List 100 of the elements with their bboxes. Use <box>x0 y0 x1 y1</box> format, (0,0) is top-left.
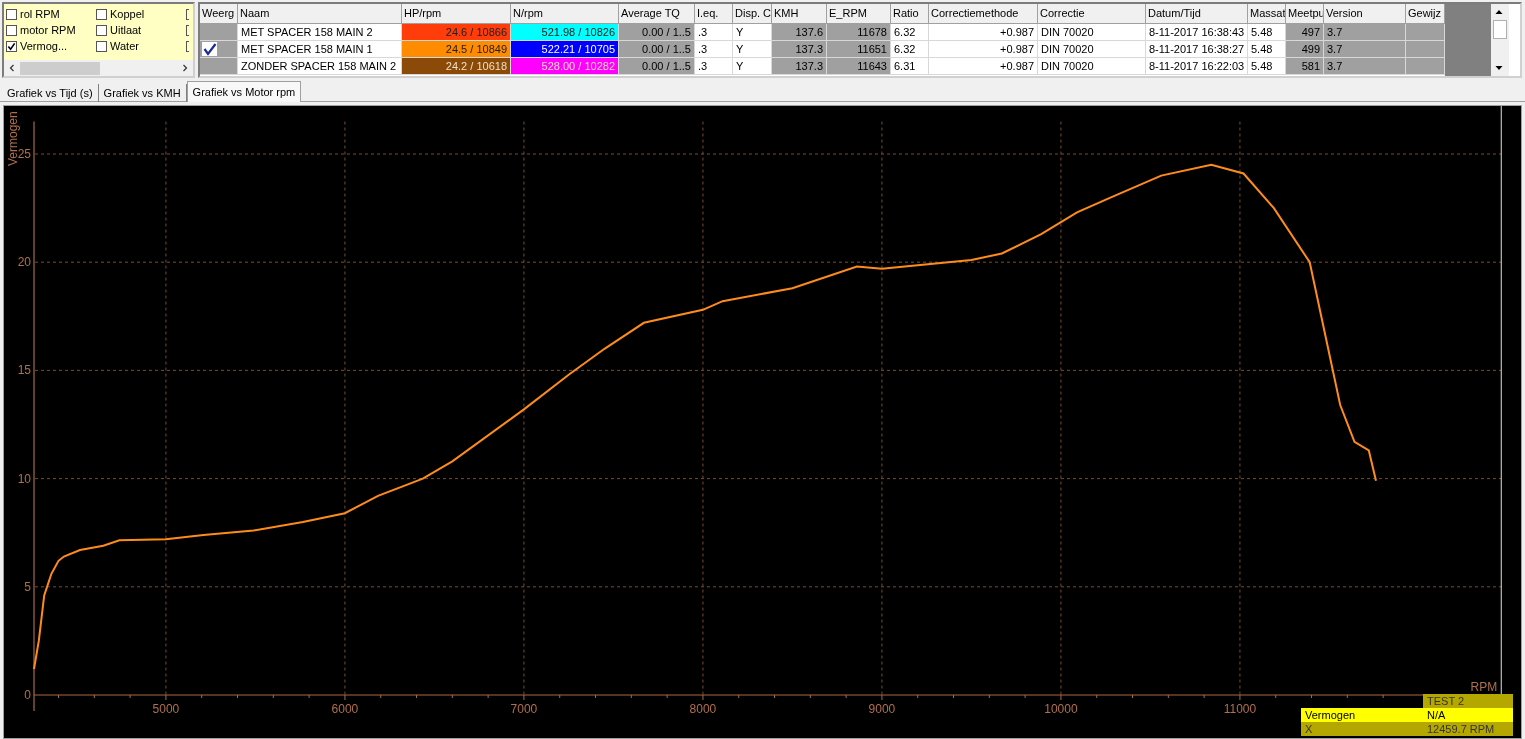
table-cell: 8-11-2017 16:22:03 <box>1146 58 1248 75</box>
checkbox-icon[interactable] <box>186 25 189 36</box>
x-tick-label: 5000 <box>152 702 180 716</box>
y-tick-label: 25 <box>17 147 31 161</box>
color-cell: 521.98 / 10826 <box>511 24 619 41</box>
y-tick-label: 10 <box>17 471 31 486</box>
column-header[interactable]: Naam <box>238 4 402 24</box>
column-header[interactable]: HP/rpm <box>402 4 511 24</box>
checkbox-icon[interactable] <box>186 9 189 20</box>
table-cell: 11643 <box>827 58 891 75</box>
scrollbar-thumb[interactable] <box>1493 20 1507 39</box>
column-header[interactable]: Gewijz <box>1406 4 1445 24</box>
visibility-cell[interactable] <box>200 41 238 58</box>
color-cell: 24.6 / 10866 <box>402 24 511 41</box>
table-cell: 137.6 <box>772 24 827 41</box>
readout-value: 12459.7 RPM <box>1423 722 1513 736</box>
column-header[interactable]: Version <box>1324 4 1406 24</box>
tab[interactable]: Grafiek vs KMH <box>98 84 187 102</box>
column-header[interactable]: Weerg <box>200 4 238 24</box>
readout-label: X <box>1301 722 1423 736</box>
table-cell: 3.7 <box>1324 24 1406 41</box>
table-cell: DIN 70020 <box>1038 24 1146 41</box>
readout-label: Vermogen <box>1301 708 1423 722</box>
checkbox-icon[interactable] <box>6 24 17 36</box>
cursor-line[interactable] <box>1500 106 1502 696</box>
table-cell: 581 <box>1286 58 1324 75</box>
column-header[interactable]: E_RPM <box>827 4 891 24</box>
channel-checkbox[interactable]: rol RPM <box>6 6 96 22</box>
checkbox-icon[interactable] <box>96 8 107 20</box>
table-cell: 3.7 <box>1324 58 1406 75</box>
color-cell: 24.2 / 10618 <box>402 58 511 75</box>
checkbox-icon[interactable] <box>96 24 107 36</box>
column-header[interactable]: Datum/Tijd <box>1146 4 1248 24</box>
table-background <box>1445 4 1491 76</box>
column-header[interactable]: Correctie <box>1038 4 1146 24</box>
table-cell: 0.00 / 1..5 <box>619 24 695 41</box>
table-cell: +0.987 <box>929 41 1038 58</box>
channel-checkbox[interactable]: Koppel <box>96 6 186 22</box>
table-cell: 6.32 <box>891 24 929 41</box>
channel-checkbox[interactable]: Vermog... <box>6 38 96 54</box>
table-cell: 0.00 / 1..5 <box>619 41 695 58</box>
y-tick-label: 15 <box>17 363 31 378</box>
table-cell: DIN 70020 <box>1038 58 1146 75</box>
table-cell: +0.987 <box>929 24 1038 41</box>
table-cell: 499 <box>1286 41 1324 58</box>
visibility-cell[interactable] <box>200 58 238 75</box>
x-axis-label: RPM <box>1470 680 1498 694</box>
y-tick-label: 20 <box>17 255 31 270</box>
channel-checkbox[interactable]: Water <box>96 38 186 54</box>
column-header[interactable]: N/rpm <box>511 4 619 24</box>
column-header[interactable]: Massat <box>1248 4 1286 24</box>
table-cell: 0.00 / 1..5 <box>619 58 695 75</box>
horizontal-scrollbar[interactable] <box>4 60 193 76</box>
checkbox-icon[interactable] <box>96 40 107 52</box>
table-cell: DIN 70020 <box>1038 41 1146 58</box>
check-icon[interactable] <box>202 42 217 56</box>
table-cell: .3 <box>695 24 733 41</box>
channel-checkbox[interactable]: motor RPM <box>6 22 96 38</box>
checkbox-icon[interactable] <box>186 41 189 52</box>
readout-title: TEST 2 <box>1423 694 1513 708</box>
table-cell: 6.32 <box>891 41 929 58</box>
table-cell: .3 <box>695 58 733 75</box>
table-cell: MET SPACER 158 MAIN 2 <box>238 24 402 41</box>
color-cell: 24.5 / 10849 <box>402 41 511 58</box>
visibility-cell[interactable] <box>200 24 238 41</box>
checkbox-icon[interactable] <box>6 8 17 20</box>
vertical-scrollbar[interactable] <box>1491 4 1509 76</box>
color-cell: 522.21 / 10705 <box>511 41 619 58</box>
column-header[interactable]: Disp. C <box>733 4 772 24</box>
x-tick-label: 9000 <box>868 702 896 716</box>
column-header[interactable]: I.eq. <box>695 4 733 24</box>
table-cell: 11651 <box>827 41 891 58</box>
table-cell: 137.3 <box>772 58 827 75</box>
table-cell: +0.987 <box>929 58 1038 75</box>
column-header[interactable]: Average TQ <box>619 4 695 24</box>
y-tick-label: 5 <box>24 579 31 594</box>
y-tick-label: 0 <box>24 688 31 702</box>
tab[interactable]: Grafiek vs Motor rpm <box>186 81 302 102</box>
table-cell: 11678 <box>827 24 891 41</box>
channel-checkbox[interactable]: Uitlaat <box>96 22 186 38</box>
x-tick-label: 7000 <box>510 702 538 716</box>
scrollbar-thumb[interactable] <box>20 61 100 75</box>
x-tick-label: 10000 <box>1044 702 1078 716</box>
column-header[interactable]: Correctiemethode <box>929 4 1038 24</box>
table-cell: 497 <box>1286 24 1324 41</box>
table-cell: ZONDER SPACER 158 MAIN 2 <box>238 58 402 75</box>
x-tick-label: 11000 <box>1223 702 1257 716</box>
x-tick-label: 6000 <box>331 702 359 716</box>
checkbox-icon[interactable] <box>6 40 17 52</box>
table-cell: 137.3 <box>772 41 827 58</box>
color-cell: 528.00 / 10282 <box>511 58 619 75</box>
table-cell: 8-11-2017 16:38:43 <box>1146 24 1248 41</box>
x-tick-label: 8000 <box>689 702 717 716</box>
column-header[interactable]: KMH <box>772 4 827 24</box>
column-header[interactable]: Ratio <box>891 4 929 24</box>
table-cell: MET SPACER 158 MAIN 1 <box>238 41 402 58</box>
tab[interactable]: Grafiek vs Tijd (s) <box>2 84 99 102</box>
table-cell: 8-11-2017 16:38:27 <box>1146 41 1248 58</box>
y-axis-label: Vermogen <box>6 111 20 166</box>
table-cell: 6.31 <box>891 58 929 75</box>
